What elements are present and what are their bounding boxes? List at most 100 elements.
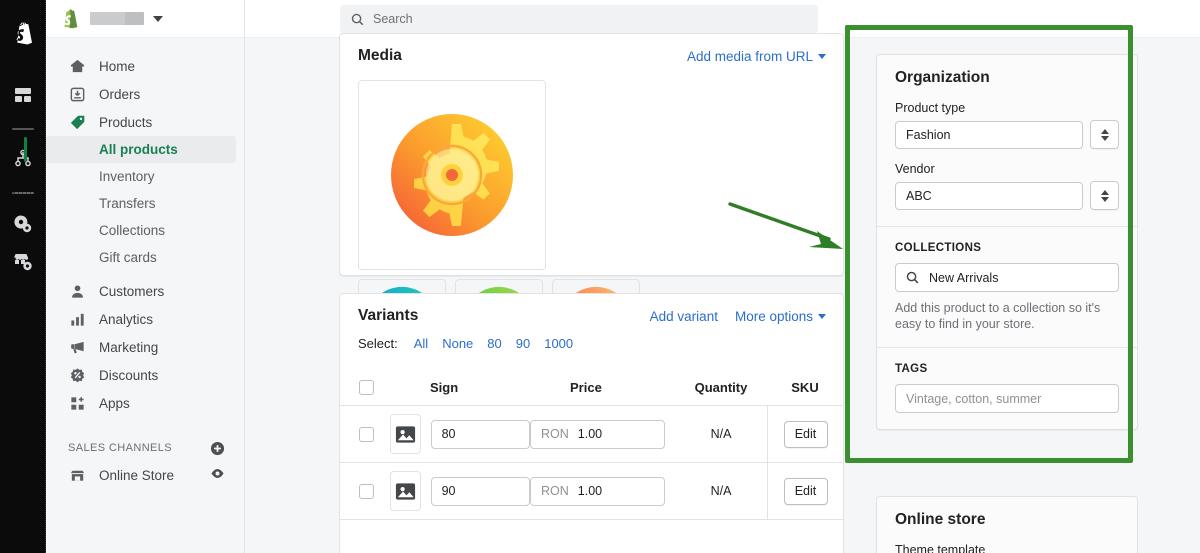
organization-panel: Organization Product type Fashion Vendor… <box>876 54 1138 430</box>
sidebar-item-marketing[interactable]: Marketing <box>46 333 244 361</box>
variants-title: Variants <box>358 307 419 324</box>
search-icon <box>351 13 364 26</box>
store-switcher[interactable] <box>46 0 244 38</box>
organization-fields: Organization Product type Fashion Vendor… <box>877 55 1137 226</box>
product-type-input[interactable]: Fashion <box>895 120 1083 149</box>
sidebar-item-orders[interactable]: Orders <box>46 80 244 108</box>
dashboard-icon[interactable] <box>8 78 38 112</box>
select-none-link[interactable]: None <box>442 336 473 351</box>
add-variant-button[interactable]: Add variant <box>650 309 718 324</box>
sidebar-subitem-label: Inventory <box>99 169 155 184</box>
sidebar-item-transfers[interactable]: Transfers <box>46 190 244 217</box>
user-settings-icon[interactable] <box>8 206 38 240</box>
variant-sku-cell: Edit <box>767 405 843 463</box>
product-type-stepper[interactable] <box>1090 120 1119 149</box>
select-all-link[interactable]: All <box>414 336 428 351</box>
variant-quantity-value: N/A <box>710 427 732 441</box>
select-label: Select: <box>358 336 398 351</box>
variant-sign-input[interactable]: 80 <box>430 419 530 449</box>
variant-select-row: Select: All None 80 90 1000 <box>340 325 843 351</box>
sidebar-item-collections[interactable]: Collections <box>46 217 244 244</box>
row-checkbox[interactable] <box>358 483 374 499</box>
media-card: Media Add media from URL <box>339 33 844 466</box>
sitemap-icon[interactable] <box>8 142 38 176</box>
column-header-sign: Sign <box>430 380 459 395</box>
theme-template-label: Theme template <box>895 543 986 553</box>
right-panel: Organization Product type Fashion Vendor… <box>857 38 1200 553</box>
collections-value: New Arrivals <box>929 270 999 285</box>
sidebar-item-label: Analytics <box>99 311 154 327</box>
select-80-link[interactable]: 80 <box>487 336 501 351</box>
product-type-row: Fashion <box>895 120 1119 149</box>
variant-sign-input[interactable]: 90 <box>430 476 530 506</box>
chevron-down-icon <box>818 53 826 59</box>
select-all-checkbox-cell <box>340 380 382 395</box>
edit-button[interactable]: Edit <box>783 477 828 505</box>
circle-plus-icon[interactable] <box>210 441 225 456</box>
discounts-badge-icon <box>68 366 86 384</box>
sidebar-item-customers[interactable]: Customers <box>46 277 244 305</box>
sidebar-item-inventory[interactable]: Inventory <box>46 163 244 190</box>
edit-button[interactable]: Edit <box>783 420 828 448</box>
column-header-quantity: Quantity <box>694 380 748 395</box>
sidebar-item-label: Discounts <box>99 367 159 383</box>
add-media-from-url-label: Add media from URL <box>686 48 813 64</box>
icon-rail <box>0 0 46 553</box>
add-media-from-url-button[interactable]: Add media from URL <box>687 49 826 64</box>
chevron-up-icon <box>1100 189 1109 195</box>
shopify-bag-icon <box>64 9 78 29</box>
sidebar-item-label: Apps <box>99 395 130 411</box>
vendor-input[interactable]: ABC <box>895 181 1083 210</box>
price-value: 1.00 <box>577 484 603 498</box>
variant-price-cell: RON 1.00 <box>530 476 675 506</box>
variant-price-cell: RON 1.00 <box>530 419 675 449</box>
store-name-redacted <box>90 12 144 25</box>
sidebar-item-analytics[interactable]: Analytics <box>46 305 244 333</box>
row-checkbox[interactable] <box>358 426 374 442</box>
online-store-panel: Online store Theme template Default prod… <box>876 496 1138 553</box>
media-title: Media <box>358 47 402 64</box>
orders-icon <box>68 85 86 103</box>
sidebar-item-apps[interactable]: Apps <box>46 389 244 417</box>
chevron-down-icon[interactable] <box>153 15 163 22</box>
select-all-checkbox[interactable] <box>358 380 374 395</box>
tags-input[interactable]: Vintage, cotton, summer <box>895 384 1119 413</box>
products-tag-icon <box>68 113 86 131</box>
image-placeholder-icon[interactable] <box>390 414 421 454</box>
shopify-logo-icon[interactable] <box>8 16 38 50</box>
currency-label: RON <box>541 427 569 441</box>
image-placeholder-icon[interactable] <box>390 471 421 511</box>
select-1000-link[interactable]: 1000 <box>544 336 573 351</box>
variant-quantity-value: N/A <box>710 484 732 498</box>
variant-price-input[interactable]: RON 1.00 <box>530 476 665 506</box>
marketing-megaphone-icon <box>68 338 86 356</box>
sidebar-item-products[interactable]: Products <box>46 108 244 136</box>
eye-icon[interactable] <box>210 466 225 484</box>
media-main-thumbnail[interactable] <box>358 80 546 270</box>
table-row: 90 RON 1.00 N/A Edit <box>340 462 843 520</box>
select-90-link[interactable]: 90 <box>516 336 530 351</box>
search-placeholder: Search <box>373 12 413 26</box>
sidebar-item-online-store[interactable]: Online Store <box>46 461 244 489</box>
variant-price-input[interactable]: RON 1.00 <box>530 419 665 449</box>
collections-help-text: Add this product to a collection so it's… <box>895 301 1101 331</box>
chevron-down-icon <box>1100 135 1109 141</box>
column-header-sku: SKU <box>791 380 819 395</box>
product-type-label: Product type <box>895 101 966 115</box>
sales-channels-label: SALES CHANNELS <box>68 442 173 454</box>
customers-icon <box>68 282 86 300</box>
collections-search-input[interactable]: New Arrivals <box>895 263 1119 292</box>
sidebar-item-label: Orders <box>99 86 141 102</box>
rail-divider-dotted <box>11 192 34 194</box>
sidebar-item-all-products[interactable]: All products <box>24 136 236 163</box>
sidebar-item-gift-cards[interactable]: Gift cards <box>46 244 244 271</box>
search-input[interactable]: Search <box>340 5 818 33</box>
sidebar-item-discounts[interactable]: Discounts <box>46 361 244 389</box>
price-value: 1.00 <box>577 427 603 441</box>
vendor-stepper[interactable] <box>1090 181 1119 210</box>
store-settings-icon[interactable] <box>8 244 38 278</box>
sidebar-item-home[interactable]: Home <box>46 52 244 80</box>
sidebar-subitem-label: Transfers <box>99 196 156 211</box>
table-row: 80 RON 1.00 N/A Edit <box>340 405 843 463</box>
more-options-button[interactable]: More options <box>735 309 826 324</box>
